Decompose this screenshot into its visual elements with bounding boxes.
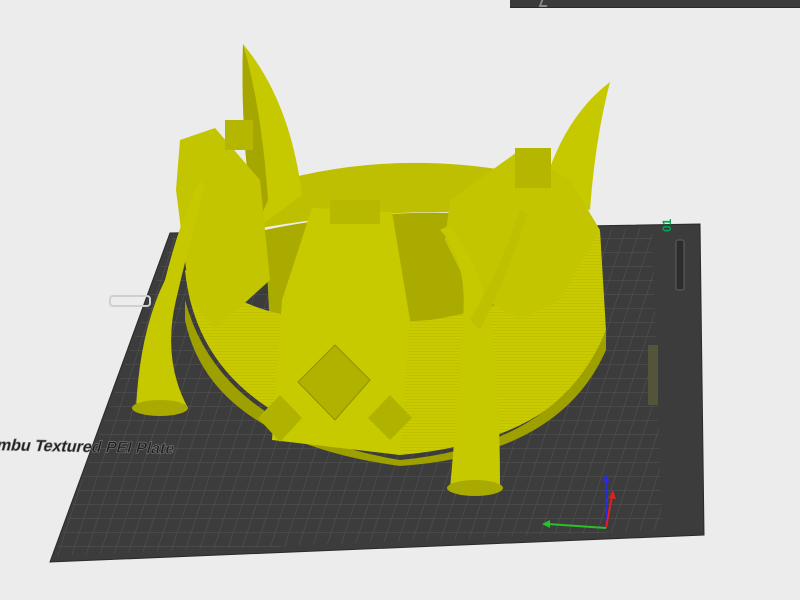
- crown-left-tower-top: [225, 120, 253, 150]
- support-right-base: [447, 480, 503, 496]
- 3d-viewport[interactable]: Bambu Textured PEI Plate 01: [0, 0, 800, 600]
- crown-right-tower-top: [515, 148, 551, 188]
- plate-handle-right: [675, 239, 685, 291]
- plate-label: Bambu Textured PEI Plate: [0, 436, 177, 458]
- plate-indicator: [648, 345, 658, 405]
- scene-canvas[interactable]: Bambu Textured PEI Plate 01: [0, 0, 800, 600]
- plate-number-label[interactable]: 01: [660, 218, 674, 232]
- support-left-base: [132, 400, 188, 416]
- crown-front-top: [330, 200, 380, 224]
